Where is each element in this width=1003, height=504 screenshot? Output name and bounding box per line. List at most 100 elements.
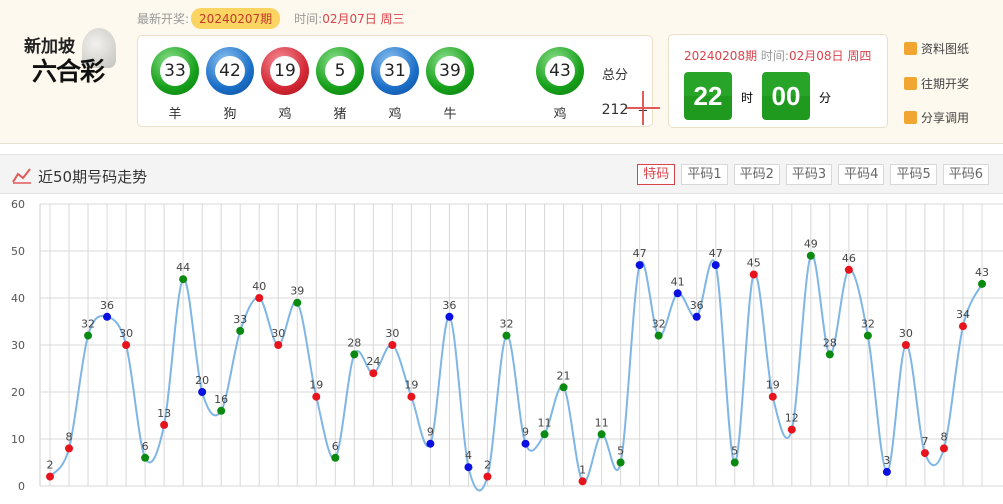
data-point bbox=[350, 350, 359, 359]
share-icon bbox=[904, 111, 917, 124]
tab-0[interactable]: 特码 bbox=[637, 164, 676, 185]
y-tick-label: 10 bbox=[11, 433, 25, 446]
data-label: 5 bbox=[731, 445, 738, 458]
data-label: 30 bbox=[119, 327, 133, 340]
y-tick-label: 0 bbox=[18, 480, 25, 493]
data-label: 36 bbox=[100, 299, 114, 312]
chart-header: 近50期号码走势 特码 平码1 平码2 平码3 平码4 平码5 平码6 bbox=[0, 154, 1003, 194]
data-point bbox=[445, 312, 454, 321]
link-share[interactable]: 分享调用 bbox=[904, 109, 969, 126]
data-point bbox=[844, 265, 853, 274]
data-label: 47 bbox=[633, 247, 647, 260]
tab-6[interactable]: 平码6 bbox=[942, 164, 989, 185]
tab-bar: 特码 平码1 平码2 平码3 平码4 平码5 平码6 bbox=[637, 164, 989, 185]
data-point bbox=[597, 430, 606, 439]
data-label: 41 bbox=[671, 275, 685, 288]
link-data-charts[interactable]: 资料图纸 bbox=[904, 40, 969, 57]
data-label: 32 bbox=[652, 318, 666, 331]
data-label: 8 bbox=[66, 430, 73, 443]
ball-zodiac: 牛 bbox=[443, 107, 457, 122]
data-point bbox=[616, 458, 625, 467]
data-label: 32 bbox=[861, 318, 875, 331]
data-label: 33 bbox=[233, 313, 247, 326]
data-point bbox=[388, 341, 397, 349]
data-label: 2 bbox=[484, 459, 491, 472]
data-point bbox=[711, 261, 720, 270]
data-point bbox=[730, 458, 739, 467]
data-label: 30 bbox=[899, 327, 913, 340]
data-label: 43 bbox=[975, 266, 989, 279]
total-value: 212 bbox=[601, 102, 629, 118]
data-point bbox=[692, 312, 701, 321]
ball: 39 bbox=[426, 47, 474, 95]
total-label: 总分 bbox=[601, 68, 628, 83]
tab-2[interactable]: 平码2 bbox=[733, 164, 780, 185]
ball-zodiac: 羊 bbox=[168, 107, 182, 122]
data-point bbox=[122, 341, 131, 349]
data-point bbox=[540, 430, 549, 439]
next-time-label: 时间: bbox=[760, 49, 789, 63]
data-label: 28 bbox=[823, 336, 837, 349]
tab-1[interactable]: 平码1 bbox=[681, 164, 728, 185]
link-past-draws[interactable]: 往期开奖 bbox=[904, 75, 969, 92]
data-label: 46 bbox=[842, 252, 856, 265]
data-point bbox=[46, 472, 54, 481]
special-ball-number: 43 bbox=[545, 56, 575, 86]
data-label: 19 bbox=[404, 379, 418, 392]
data-label: 44 bbox=[176, 261, 190, 274]
ball: 42 bbox=[206, 47, 254, 95]
countdown-panel: 20240208期 时间:02月08日 周四 22 时 00 分 bbox=[668, 34, 888, 128]
data-label: 19 bbox=[309, 379, 323, 392]
data-label: 12 bbox=[785, 412, 799, 425]
document-icon bbox=[904, 42, 917, 55]
data-point bbox=[901, 341, 910, 349]
tab-5[interactable]: 平码5 bbox=[890, 164, 937, 185]
ball-zodiac: 鸡 bbox=[278, 107, 292, 122]
data-label: 40 bbox=[252, 280, 266, 293]
data-point bbox=[863, 331, 872, 340]
data-label: 36 bbox=[690, 299, 704, 312]
ball-number: 31 bbox=[380, 56, 410, 86]
link-label: 分享调用 bbox=[921, 111, 970, 125]
data-label: 39 bbox=[290, 285, 304, 298]
y-tick-label: 60 bbox=[11, 198, 25, 211]
latest-label: 最新开奖: bbox=[137, 12, 190, 26]
data-point bbox=[198, 388, 207, 396]
data-label: 49 bbox=[804, 238, 818, 251]
data-point bbox=[882, 467, 891, 476]
data-point bbox=[635, 261, 644, 270]
data-point bbox=[654, 331, 663, 340]
data-label: 47 bbox=[709, 247, 723, 260]
link-label: 资料图纸 bbox=[921, 42, 970, 56]
trend-chart: 0102030405060283236306134420163340303919… bbox=[11, 198, 1003, 493]
tab-3[interactable]: 平码3 bbox=[785, 164, 833, 185]
data-point bbox=[426, 439, 435, 448]
data-label: 4 bbox=[465, 449, 472, 462]
data-point bbox=[749, 270, 758, 279]
data-label: 30 bbox=[271, 327, 285, 340]
data-point bbox=[407, 392, 416, 401]
ball: 33 bbox=[151, 47, 199, 95]
logo-line2: 六合彩 bbox=[32, 57, 105, 86]
data-point bbox=[84, 331, 93, 340]
data-point bbox=[825, 350, 834, 359]
data-point bbox=[331, 453, 340, 462]
countdown-hour: 22 bbox=[684, 72, 732, 120]
tab-4[interactable]: 平码4 bbox=[838, 164, 885, 185]
ball-number: 5 bbox=[325, 56, 355, 86]
data-point bbox=[255, 294, 264, 302]
data-label: 2 bbox=[47, 459, 54, 472]
data-label: 6 bbox=[332, 440, 339, 453]
ball-number: 33 bbox=[160, 56, 190, 86]
ball: 19 bbox=[261, 47, 309, 95]
ball: 5 bbox=[316, 47, 364, 95]
data-point bbox=[578, 477, 587, 486]
next-draw-info: 20240208期 时间:02月08日 周四 bbox=[684, 47, 871, 64]
ball: 31 bbox=[371, 47, 419, 95]
ball-zodiac: 猪 bbox=[333, 107, 347, 122]
data-label: 5 bbox=[617, 445, 624, 458]
logo: 新加坡 六合彩 bbox=[24, 28, 119, 88]
data-label: 3 bbox=[883, 454, 890, 467]
ball-number: 39 bbox=[435, 56, 465, 86]
data-point bbox=[464, 463, 473, 472]
